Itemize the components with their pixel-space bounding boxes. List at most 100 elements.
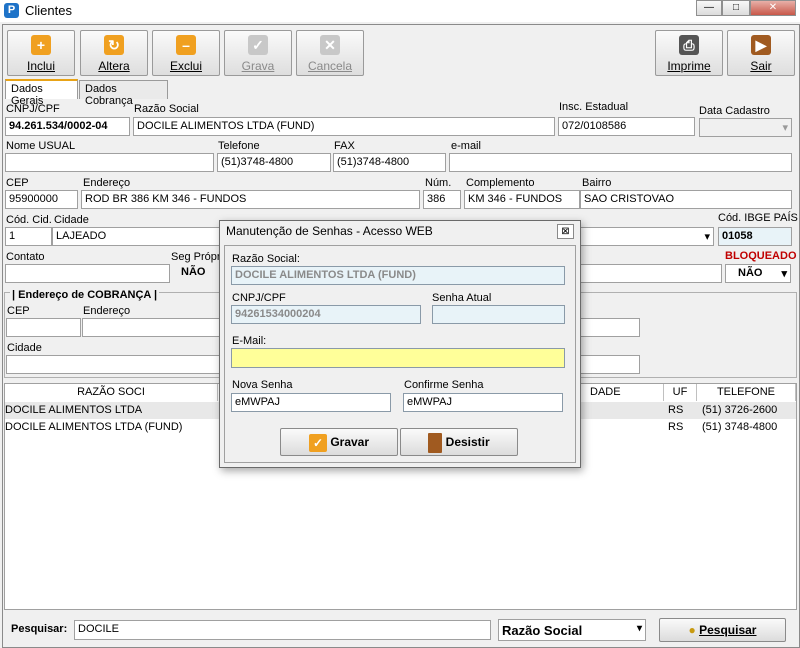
minus-icon: –: [176, 35, 196, 55]
chevron-down-icon: ▾: [781, 268, 787, 280]
check-icon: ✓: [308, 433, 327, 452]
cod-ibge-pais-field[interactable]: 01058: [718, 227, 792, 246]
fax-field[interactable]: (51)3748-4800: [333, 153, 446, 172]
cancel-icon: ✕: [320, 35, 340, 55]
printer-icon: ⎙: [679, 35, 699, 55]
complemento-label: Complemento: [466, 177, 535, 189]
razao-label: Razão Social: [134, 103, 199, 115]
altera-button[interactable]: ↻ Altera: [80, 30, 148, 76]
row-razao: DOCILE ALIMENTOS LTDA: [5, 404, 143, 416]
cob-extra-field-2[interactable]: [580, 355, 640, 374]
door-exit-icon: [428, 432, 443, 453]
cancela-button[interactable]: ✕ Cancela: [296, 30, 364, 76]
endereco-field[interactable]: ROD BR 386 KM 346 - FUNDOS: [81, 190, 420, 209]
senha-atual-label: Senha Atual: [432, 292, 492, 304]
cob-cidade-label: Cidade: [7, 342, 42, 354]
search-label: Pesquisar:: [11, 623, 68, 635]
insc-label: Insc. Estadual: [559, 101, 629, 113]
grid-header-cidade[interactable]: DADE: [581, 384, 664, 401]
dialog-cnpj-label: CNPJ/CPF: [232, 292, 286, 304]
inclui-button[interactable]: + Inclui: [7, 30, 75, 76]
window-title: Clientes: [25, 3, 72, 18]
tab-dados-gerais[interactable]: Dados Gerais: [5, 79, 78, 107]
dialog-email-label: E-Mail:: [232, 335, 267, 347]
confirme-senha-label: Confirme Senha: [404, 379, 484, 391]
seg-label: Seg Própr: [171, 251, 221, 263]
search-input[interactable]: DOCILE: [74, 620, 491, 640]
seg-field[interactable]: NÃO: [171, 264, 219, 283]
cob-cep-label: CEP: [7, 305, 30, 317]
dialog-title: Manutenção de Senhas - Acesso WEB: [226, 224, 433, 238]
app-icon: P: [4, 3, 19, 18]
dialog-close-button[interactable]: ⊠: [557, 224, 574, 239]
email-label: e-mail: [451, 140, 481, 152]
endereco-label: Endereço: [83, 177, 131, 189]
senha-atual-field[interactable]: [432, 305, 565, 324]
contato-field[interactable]: [5, 264, 170, 283]
insc-field[interactable]: 072/0108586: [558, 117, 695, 136]
pais-select[interactable]: ▾: [578, 227, 714, 246]
coins-icon: ●: [688, 623, 696, 637]
fax-label: FAX: [334, 140, 355, 152]
cobranca-title: | Endereço de COBRANÇA |: [10, 289, 160, 301]
cob-cidade-field[interactable]: [6, 355, 222, 374]
exclui-button[interactable]: – Exclui: [152, 30, 220, 76]
cod-ibge-pais-label: Cód. IBGE PAÍS: [718, 212, 798, 224]
data-cadastro-field[interactable]: ▾: [699, 118, 792, 137]
nome-usual-field[interactable]: [5, 153, 214, 172]
nova-senha-label: Nova Senha: [232, 379, 293, 391]
imprime-button[interactable]: ⎙ Imprime: [655, 30, 723, 76]
refresh-icon: ↻: [104, 35, 124, 55]
cob-cep-field[interactable]: [6, 318, 81, 337]
dialog-email-field[interactable]: [231, 348, 565, 368]
num-field[interactable]: 386: [423, 190, 461, 209]
cnpj-field[interactable]: 94.261.534/0002-04: [5, 117, 130, 136]
bloqueado-label: BLOQUEADO: [725, 250, 797, 262]
desistir-button[interactable]: Desistir: [400, 428, 518, 456]
grava-button[interactable]: ✓ Grava: [224, 30, 292, 76]
row-razao: DOCILE ALIMENTOS LTDA (FUND): [5, 421, 183, 433]
nova-senha-field[interactable]: eMWPAJ: [231, 393, 391, 412]
grid-header-telefone[interactable]: TELEFONE: [697, 384, 796, 401]
data-cadastro-label: Data Cadastro: [699, 105, 770, 117]
row-uf: RS: [668, 404, 684, 416]
dialog-cnpj-field[interactable]: 94261534000204: [231, 305, 421, 324]
grid-header-razao[interactable]: RAZÃO SOCI: [5, 384, 218, 401]
chevron-down-icon: ▾: [782, 122, 788, 134]
cod-cid-field[interactable]: 1: [5, 227, 52, 246]
gravar-button[interactable]: ✓ Gravar: [280, 428, 398, 456]
bairro-field[interactable]: SAO CRISTOVAO: [580, 190, 792, 209]
num-label: Núm.: [425, 177, 452, 189]
cob-extra-field[interactable]: [580, 318, 640, 337]
email-field[interactable]: [449, 153, 792, 172]
title-bar: [0, 0, 800, 22]
dialog-razao-label: Razão Social:: [232, 253, 300, 265]
confirme-senha-field[interactable]: eMWPAJ: [403, 393, 563, 412]
blank-field[interactable]: [578, 264, 722, 283]
bairro-label: Bairro: [582, 177, 612, 189]
cep-field[interactable]: 95900000: [5, 190, 78, 209]
telefone-field[interactable]: (51)3748-4800: [217, 153, 331, 172]
door-exit-icon: ▶: [751, 35, 771, 55]
grid-header-uf[interactable]: UF: [664, 384, 697, 401]
contato-label: Contato: [6, 251, 45, 263]
cep-label: CEP: [6, 177, 29, 189]
complemento-field[interactable]: KM 346 - FUNDOS: [464, 190, 580, 209]
razao-field[interactable]: DOCILE ALIMENTOS LTDA (FUND): [133, 117, 555, 136]
plus-icon: +: [31, 35, 51, 55]
dialog-razao-field[interactable]: DOCILE ALIMENTOS LTDA (FUND): [231, 266, 565, 285]
row-telefone: (51) 3726-2600: [702, 404, 778, 416]
close-window-button[interactable]: ✕: [750, 0, 796, 16]
search-field-select[interactable]: Razão Social ▾: [498, 619, 646, 641]
cidade-field[interactable]: LAJEADO: [52, 227, 222, 246]
tab-dados-cobranca[interactable]: Dados Cobrança: [79, 80, 168, 107]
sair-button[interactable]: ▶ Sair: [727, 30, 795, 76]
cob-endereco-field[interactable]: [82, 318, 222, 337]
check-icon: ✓: [248, 35, 268, 55]
maximize-button[interactable]: □: [722, 0, 750, 16]
pesquisar-button[interactable]: ● Pesquisar: [659, 618, 786, 642]
cob-endereco-label: Endereço: [83, 305, 131, 317]
minimize-button[interactable]: —: [696, 0, 722, 16]
bloqueado-select[interactable]: NÃO ▾: [725, 264, 791, 283]
chevron-down-icon: ▾: [636, 623, 642, 634]
